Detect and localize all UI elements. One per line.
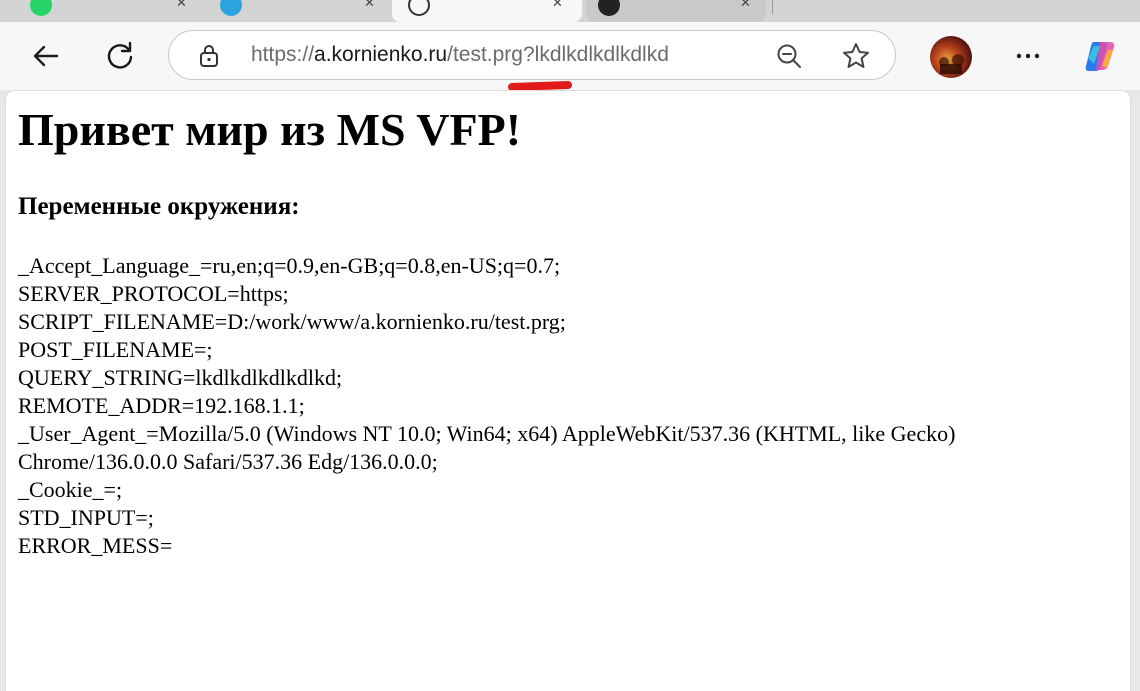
- url-host: a.kornienko.ru: [314, 43, 448, 66]
- url-scheme: https://: [251, 43, 315, 66]
- env-line: REMOTE_ADDR=192.168.1.1;: [18, 393, 305, 418]
- copilot-button[interactable]: [1080, 36, 1120, 76]
- browser-toolbar: https://a.kornienko.ru/test.prg?lkdlkdlk…: [0, 22, 1140, 90]
- env-line: _Accept_Language_=ru,en;q=0.9,en-GB;q=0.…: [18, 253, 561, 278]
- env-line: ERROR_MESS=: [18, 533, 173, 558]
- copilot-icon: [1085, 42, 1115, 71]
- back-button[interactable]: [26, 36, 66, 76]
- env-line: Chrome/136.0.0.0 Safari/537.36 Edg/136.0…: [18, 449, 438, 474]
- env-line: SCRIPT_FILENAME=D:/work/www/a.kornienko.…: [18, 309, 566, 334]
- page-title: Привет мир из MS VFP!: [18, 104, 522, 155]
- url-text[interactable]: https://a.kornienko.ru/test.prg?lkdlkdlk…: [251, 43, 669, 67]
- page-content: Привет мир из MS VFP! Переменные окружен…: [6, 91, 1130, 691]
- tab-close-icon[interactable]: ✕: [364, 0, 375, 11]
- env-line: POST_FILENAME=;: [18, 337, 213, 362]
- env-line: STD_INPUT=;: [18, 505, 154, 530]
- env-line: SERVER_PROTOCOL=https;: [18, 281, 289, 306]
- env-line: _Cookie_=;: [18, 477, 123, 502]
- zoom-out-icon: [777, 44, 801, 68]
- tab-close-icon[interactable]: ✕: [552, 0, 563, 11]
- more-dots-icon: [1016, 53, 1040, 59]
- tab-strip: ✕ ✕ ✕ ✕: [0, 0, 1140, 22]
- env-variables-list: _Accept_Language_=ru,en;q=0.9,en-GB;q=0.…: [18, 252, 955, 560]
- zoom-button[interactable]: [775, 42, 803, 75]
- address-bar[interactable]: https://a.kornienko.ru/test.prg?lkdlkdlk…: [168, 30, 896, 80]
- tab-close-icon[interactable]: ✕: [740, 0, 751, 11]
- star-icon: [843, 43, 869, 68]
- lock-icon: [200, 45, 218, 67]
- arrow-left-icon: [33, 45, 59, 67]
- reload-button[interactable]: [100, 36, 140, 76]
- env-line: QUERY_STRING=lkdlkdlkdlkdlkd;: [18, 365, 343, 390]
- tab-whatsapp[interactable]: [0, 0, 190, 22]
- reload-icon: [107, 41, 133, 69]
- url-path: /test.prg?lkdlkdlkdlkdlkd: [447, 43, 669, 66]
- tab-divider: [772, 0, 773, 14]
- tab-close-icon[interactable]: ✕: [176, 0, 187, 11]
- avatar[interactable]: [930, 36, 972, 78]
- avatar-image: [939, 54, 964, 74]
- more-menu-button[interactable]: [1008, 36, 1048, 76]
- site-info-button[interactable]: [197, 43, 221, 74]
- favorite-button[interactable]: [841, 41, 871, 76]
- env-line: _User_Agent_=Mozilla/5.0 (Windows NT 10.…: [18, 421, 956, 446]
- env-heading: Переменные окружения:: [18, 193, 300, 220]
